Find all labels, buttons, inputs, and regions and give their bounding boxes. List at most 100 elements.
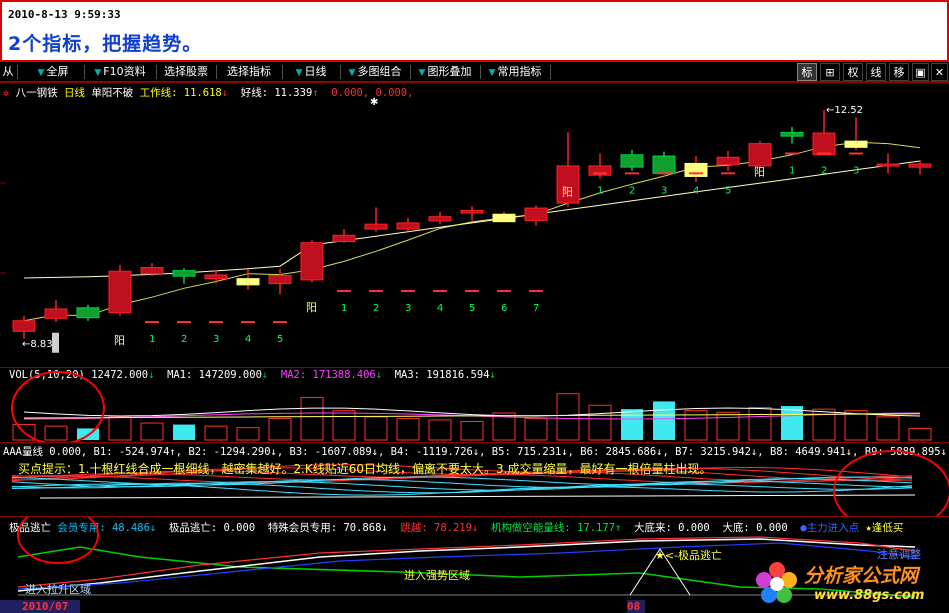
candlestick-chart: 1 2 3 4 5 阳 1 2 3 4 5 6 7 阳 1 2 3 4 5 阳 1 2 3 阳 ←12.52 ←8.83 ✱	[0, 97, 932, 353]
volume-bar	[204, 425, 228, 441]
candle-body	[844, 140, 868, 148]
volume-chart	[11, 371, 932, 442]
multi-chart-button[interactable]: ▼ 多图组合	[342, 62, 408, 82]
candle-body	[76, 307, 100, 319]
aaa-chart	[11, 450, 949, 516]
yang-label: 阳	[114, 334, 125, 347]
volume-bar	[173, 424, 195, 440]
rights-button[interactable]: 权	[843, 63, 863, 81]
grid-icon[interactable]: ⊞	[820, 63, 840, 81]
volume-bar	[876, 416, 900, 441]
star-marker: ✱	[370, 97, 378, 108]
volume-bar	[108, 416, 132, 441]
candle-body	[396, 222, 420, 230]
toolbar: 从 ▼ 全屏 ▼ F10资料 选择股票 选择指标 ▼ 日线 ▼ 多图组合 ▼ 图形叠加 ▼…	[0, 62, 949, 82]
count2-label: 4	[437, 303, 443, 314]
count2-label: 7	[533, 303, 539, 314]
volume-bar	[236, 427, 260, 441]
count3-label: 2	[629, 185, 635, 196]
kline-pane[interactable]: ✲ 八一钢铁 日线 单阳不破 工作线: 11.618↓, 好线: 11.339↑…	[0, 82, 949, 367]
candle-body	[684, 162, 708, 177]
candle-body	[204, 274, 228, 280]
candle-body	[428, 216, 452, 222]
caption-title: 2个指标，把握趋势。	[8, 33, 203, 55]
lift-note: 进入拉升区域	[25, 583, 91, 596]
count3-label: 4	[693, 185, 699, 196]
candle-body	[172, 270, 196, 277]
candle-body	[460, 210, 484, 214]
count3-label: 3	[661, 185, 667, 196]
count1-label: 1	[149, 334, 155, 345]
count1-label: 3	[213, 334, 219, 345]
volume-bar	[844, 410, 868, 441]
count2-label: 1	[341, 303, 347, 314]
candle-body	[876, 163, 900, 167]
volume-bar	[44, 425, 68, 441]
overlay-button[interactable]: ▼ 图形叠加	[412, 62, 478, 82]
candle-body	[12, 320, 36, 332]
volume-bar	[653, 401, 675, 440]
volume-bar	[781, 406, 803, 440]
candle-body	[108, 270, 132, 314]
f10-button[interactable]: ▼ F10资料	[86, 62, 154, 82]
count2-label: 2	[373, 303, 379, 314]
candle-body	[364, 223, 388, 230]
volume-bar	[396, 417, 420, 441]
caption-banner: 2010-8-13 9:59:33 2个指标，把握趋势。	[0, 0, 949, 62]
highlight-circle-right	[833, 450, 949, 516]
fullscreen-button[interactable]: ▼ 全屏	[24, 62, 82, 82]
count4-label: 3	[853, 166, 859, 177]
escape-note: ★<-极品逃亡	[655, 549, 723, 562]
count3-label: 1	[597, 185, 603, 196]
volume-bar	[428, 419, 452, 441]
move-button[interactable]: 移	[889, 63, 909, 81]
window-icon[interactable]: ▣	[912, 63, 929, 81]
aaa-line	[11, 480, 913, 491]
brand-name: 分析家公式网	[804, 565, 919, 587]
count2-label: 6	[501, 303, 507, 314]
candle-body	[268, 275, 292, 285]
volume-bar	[588, 404, 612, 441]
yang-label: 阳	[562, 185, 573, 198]
candle-body	[492, 213, 516, 223]
volume-bar	[621, 409, 643, 440]
count1-label: 5	[277, 334, 283, 345]
date-left: 2010/07	[0, 600, 80, 613]
common-indicator-button[interactable]: ▼ 常用指标	[482, 62, 548, 82]
highlight-circle-escape	[17, 517, 99, 564]
low-price-label: ←8.83	[22, 339, 53, 350]
candle-body	[748, 143, 772, 167]
select-stock-button[interactable]: 选择股票	[158, 62, 214, 82]
count2-label: 3	[405, 303, 411, 314]
volume-bar	[300, 397, 324, 441]
count4-label: 1	[789, 166, 795, 177]
candle-body	[716, 156, 740, 166]
aaa-base-line	[39, 494, 916, 499]
candle-body	[620, 154, 644, 168]
aaa-pane[interactable]: AAA量线 0.000, B1: -524.974↑, B2: -1294.29…	[0, 442, 949, 516]
count3-label: 5	[725, 185, 731, 196]
high-price-label: ←12.52	[826, 105, 863, 116]
volume-bar	[332, 410, 356, 441]
flower-logo-icon	[756, 562, 797, 603]
brand-url: www.88gs.com	[814, 588, 925, 603]
candle-body	[236, 278, 260, 286]
buy-tip: 买点提示：1.十根红线合成一根细线，越密集越好。2.K线贴近60日均线，偏离不要…	[18, 462, 712, 476]
volume-pane[interactable]: VOL(5,10,20) 12472.000↓, MA1: 147209.000…	[0, 367, 949, 442]
line-button[interactable]: 线	[866, 63, 886, 81]
select-indicator-button[interactable]: 选择指标	[218, 62, 280, 82]
candle-body	[44, 308, 68, 319]
mark-button[interactable]: 标	[797, 63, 817, 81]
toolbar-item-0[interactable]: 从	[0, 62, 16, 82]
candle-body	[812, 132, 836, 156]
daily-line-button[interactable]: ▼ 日线	[284, 62, 338, 82]
count2-label: 5	[469, 303, 475, 314]
candle-body	[300, 242, 324, 281]
volume-bar	[748, 407, 772, 441]
volume-bar	[364, 416, 388, 441]
volume-bar	[556, 393, 580, 441]
count4-label: 2	[821, 166, 827, 177]
volume-bar	[140, 422, 164, 441]
close-icon[interactable]: ✕	[931, 63, 948, 81]
yang-label: 阳	[754, 166, 765, 179]
